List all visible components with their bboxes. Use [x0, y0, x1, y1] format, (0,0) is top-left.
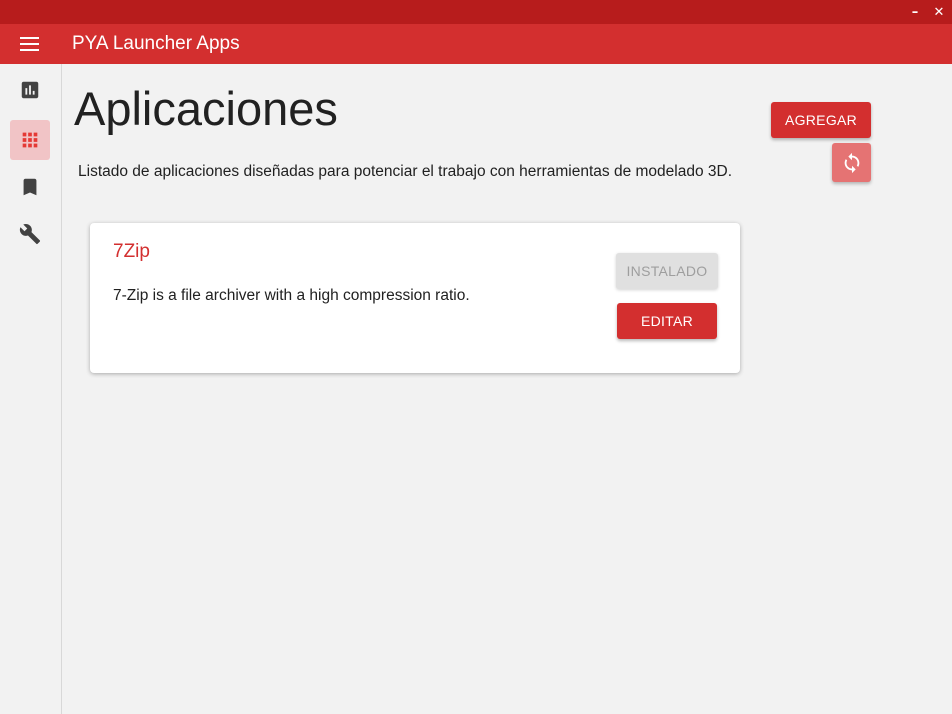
apps-grid-icon [22, 132, 38, 148]
wrench-icon [19, 224, 41, 245]
minimize-button[interactable]: – [905, 2, 925, 22]
page-title: Aplicaciones [74, 82, 338, 135]
window-titlebar: – ✕ [0, 0, 952, 24]
sidebar-item-dashboard[interactable] [10, 70, 50, 110]
sidebar-item-bookmarks[interactable] [10, 167, 50, 207]
app-title: PYA Launcher Apps [72, 33, 240, 54]
minimize-icon: – [911, 4, 919, 20]
sidebar-item-settings[interactable] [10, 214, 50, 254]
close-button[interactable]: ✕ [929, 2, 949, 22]
installed-button[interactable]: INSTALADO [616, 253, 718, 289]
app-bar: PYA Launcher Apps [0, 24, 952, 64]
bookmark-icon [23, 178, 37, 196]
close-icon: ✕ [933, 4, 945, 20]
sync-icon [844, 152, 859, 173]
edit-button[interactable]: EDITAR [617, 303, 717, 339]
app-card: 7Zip 7-Zip is a file archiver with a hig… [90, 223, 740, 373]
hamburger-menu-icon[interactable] [16, 32, 44, 56]
app-description: 7-Zip is a file archiver with a high com… [113, 287, 470, 304]
bar-chart-icon [21, 81, 39, 99]
sidebar-item-apps[interactable] [10, 120, 50, 160]
add-button[interactable]: AGREGAR [771, 102, 871, 138]
sidebar [0, 64, 62, 714]
refresh-button[interactable] [832, 143, 871, 182]
page-description: Listado de aplicaciones diseñadas para p… [78, 163, 732, 180]
app-name: 7Zip [113, 241, 150, 262]
